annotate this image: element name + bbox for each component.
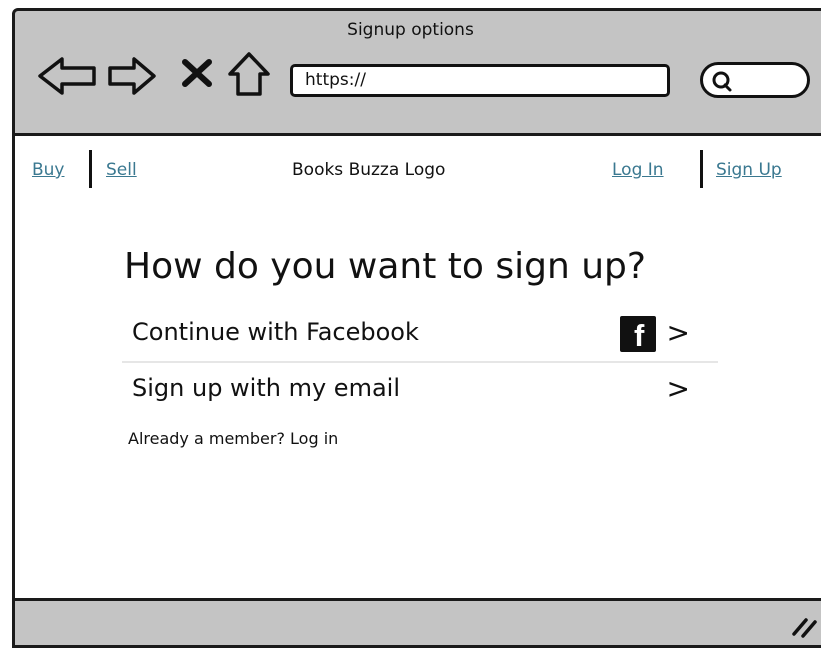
site-logo[interactable]: Books Buzza Logo [292,160,445,180]
facebook-option-label: Continue with Facebook [132,318,419,346]
url-input[interactable]: https:// [290,64,670,97]
nav-divider [700,150,703,188]
url-text: https:// [305,70,366,90]
facebook-glyph: f [634,318,645,353]
nav-sell-link[interactable]: Sell [106,160,137,180]
search-input[interactable] [700,62,810,98]
facebook-icon: f [620,316,656,353]
nav-signup-link[interactable]: Sign Up [716,160,782,180]
facebook-signup-option[interactable]: Continue with Facebook f > [122,310,718,360]
chevron-right-icon: > [666,316,690,349]
browser-window: Signup options https:// Buy Sell Books B… [0,0,821,648]
forward-arrow-icon[interactable] [106,55,158,97]
nav-divider [89,150,92,188]
search-icon [712,71,732,92]
page-title: How do you want to sign up? [124,246,646,287]
nav-buy-link[interactable]: Buy [32,160,65,180]
resize-grip-icon[interactable] [790,612,820,638]
window-title: Signup options [347,20,474,40]
email-option-label: Sign up with my email [132,374,400,402]
nav-login-link[interactable]: Log In [612,160,664,180]
home-icon[interactable] [226,50,272,98]
chevron-right-icon: > [666,372,690,405]
login-prompt-link[interactable]: Already a member? Log in [128,429,338,448]
back-arrow-icon[interactable] [36,55,98,97]
close-icon[interactable] [180,58,214,88]
option-divider [122,361,718,363]
email-signup-option[interactable]: Sign up with my email > [122,366,718,416]
